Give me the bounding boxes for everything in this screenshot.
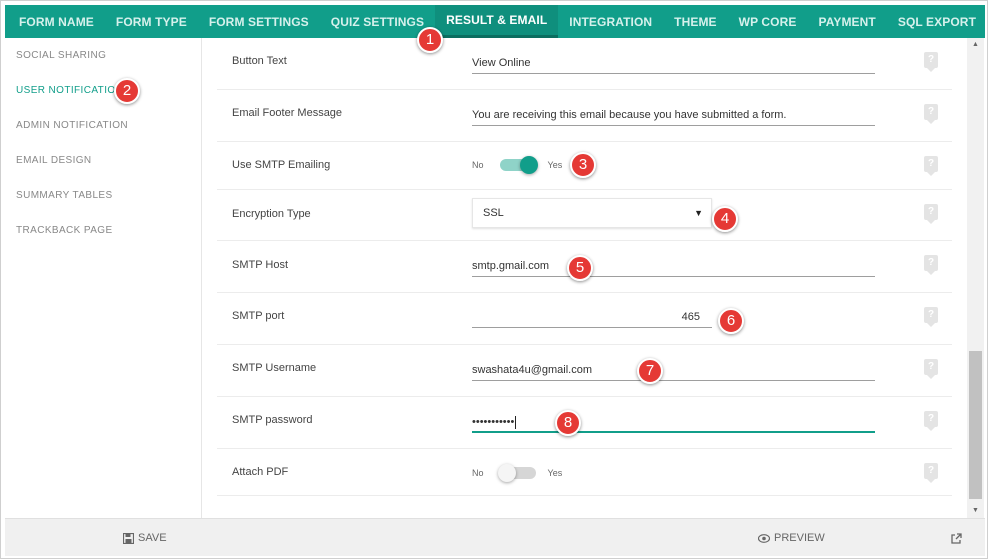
tab-result-email[interactable]: RESULT & EMAIL xyxy=(435,5,559,38)
help-icon[interactable]: ? xyxy=(924,463,938,483)
help-icon[interactable]: ? xyxy=(924,104,938,124)
eye-icon xyxy=(758,533,770,543)
tab-form-settings[interactable]: FORM SETTINGS xyxy=(198,5,320,38)
setting-row-encryption: Encryption Type SSL ▼ ? xyxy=(217,190,952,241)
vertical-scrollbar[interactable]: ▲ ▼ xyxy=(967,38,984,518)
callout-badge-2: 2 xyxy=(114,78,140,104)
toggle-on-label: Yes xyxy=(547,160,563,170)
smtp-password-label: SMTP password xyxy=(232,414,313,426)
sidebar-item-email-design[interactable]: EMAIL DESIGN xyxy=(5,143,201,178)
setting-row-attach-pdf: Attach PDF No Yes ? xyxy=(217,449,952,496)
help-icon[interactable]: ? xyxy=(924,255,938,275)
email-footer-input[interactable]: You are receiving this email because you… xyxy=(472,104,875,126)
text-cursor xyxy=(515,415,517,429)
smtp-port-label: SMTP port xyxy=(232,310,285,322)
use-smtp-toggle[interactable]: No Yes xyxy=(472,156,563,174)
setting-row-button-text: Button Text View Online ? xyxy=(217,38,952,90)
callout-badge-8: 8 xyxy=(555,410,581,436)
toggle-knob[interactable] xyxy=(519,156,538,174)
toggle-on-label: Yes xyxy=(547,468,563,478)
scroll-down-arrow-icon[interactable]: ▼ xyxy=(967,504,984,518)
use-smtp-label: Use SMTP Emailing xyxy=(232,159,331,171)
sidebar-item-trackback-page[interactable]: TRACKBACK PAGE xyxy=(5,213,201,248)
toggle-off-label: No xyxy=(472,468,484,478)
toggle-knob[interactable] xyxy=(497,464,516,482)
button-text-label: Button Text xyxy=(232,55,287,67)
smtp-username-label: SMTP Username xyxy=(232,362,317,374)
preview-label: PREVIEW xyxy=(774,532,825,544)
toggle-switch-on[interactable] xyxy=(499,156,538,174)
help-icon[interactable]: ? xyxy=(924,156,938,176)
tab-integration[interactable]: INTEGRATION xyxy=(558,5,663,38)
toggle-switch-off[interactable] xyxy=(497,464,536,482)
attach-pdf-label: Attach PDF xyxy=(232,466,289,478)
setting-row-email-footer: Email Footer Message You are receiving t… xyxy=(217,90,952,142)
app-window: FORM NAME FORM TYPE FORM SETTINGS QUIZ S… xyxy=(0,0,988,559)
callout-badge-5: 5 xyxy=(567,255,593,281)
tab-wp-core[interactable]: WP CORE xyxy=(728,5,808,38)
callout-badge-4: 4 xyxy=(712,206,738,232)
tab-sql-export[interactable]: SQL EXPORT xyxy=(887,5,987,38)
save-button[interactable]: SAVE xyxy=(123,519,167,557)
smtp-username-input[interactable]: swashata4u@gmail.com xyxy=(472,359,875,381)
scrollbar-thumb[interactable] xyxy=(969,351,982,499)
sidebar-item-user-notification[interactable]: USER NOTIFICATION xyxy=(5,73,201,108)
sidebar-item-summary-tables[interactable]: SUMMARY TABLES xyxy=(5,178,201,213)
tab-form-type[interactable]: FORM TYPE xyxy=(105,5,198,38)
callout-badge-3: 3 xyxy=(570,152,596,178)
help-icon[interactable]: ? xyxy=(924,52,938,72)
open-external-button[interactable] xyxy=(951,519,962,557)
smtp-host-label: SMTP Host xyxy=(232,259,289,271)
floppy-disk-icon xyxy=(123,532,134,544)
smtp-host-input[interactable]: smtp.gmail.com xyxy=(472,255,875,277)
toggle-off-label: No xyxy=(472,160,484,170)
smtp-password-input[interactable]: ••••••••••• xyxy=(472,411,875,433)
setting-row-smtp-password: SMTP password ••••••••••• ? xyxy=(217,397,952,449)
email-footer-label: Email Footer Message xyxy=(232,107,343,119)
save-label: SAVE xyxy=(138,532,167,544)
help-icon[interactable]: ? xyxy=(924,204,938,224)
setting-row-smtp-username: SMTP Username swashata4u@gmail.com ? xyxy=(217,345,952,397)
tab-payment[interactable]: PAYMENT xyxy=(807,5,886,38)
help-icon[interactable]: ? xyxy=(924,411,938,431)
setting-row-smtp-port: SMTP port 465 ? xyxy=(217,293,952,345)
help-icon[interactable]: ? xyxy=(924,359,938,379)
top-tab-bar: FORM NAME FORM TYPE FORM SETTINGS QUIZ S… xyxy=(5,5,985,38)
sidebar: SOCIAL SHARING USER NOTIFICATION ADMIN N… xyxy=(5,38,202,518)
help-icon[interactable]: ? xyxy=(924,307,938,327)
sidebar-item-admin-notification[interactable]: ADMIN NOTIFICATION xyxy=(5,108,201,143)
dropdown-arrow-icon[interactable]: ▼ xyxy=(694,199,703,227)
sidebar-item-social-sharing[interactable]: SOCIAL SHARING xyxy=(5,38,201,73)
smtp-port-input[interactable]: 465 xyxy=(472,306,712,328)
tab-form-name[interactable]: FORM NAME xyxy=(8,5,105,38)
button-text-input[interactable]: View Online xyxy=(472,52,875,74)
encryption-type-select[interactable]: SSL ▼ xyxy=(472,198,712,228)
scroll-up-arrow-icon[interactable]: ▲ xyxy=(967,38,984,52)
tab-theme[interactable]: THEME xyxy=(663,5,728,38)
footer-bar: SAVE PREVIEW xyxy=(5,518,985,556)
callout-badge-6: 6 xyxy=(718,308,744,334)
encryption-type-value: SSL xyxy=(483,207,504,219)
smtp-password-value: ••••••••••• xyxy=(472,416,515,428)
preview-button[interactable]: PREVIEW xyxy=(758,519,825,557)
callout-badge-1: 1 xyxy=(417,27,443,53)
encryption-type-label: Encryption Type xyxy=(232,208,311,220)
attach-pdf-toggle[interactable]: No Yes xyxy=(472,464,563,482)
callout-badge-7: 7 xyxy=(637,358,663,384)
external-link-icon xyxy=(951,532,962,544)
